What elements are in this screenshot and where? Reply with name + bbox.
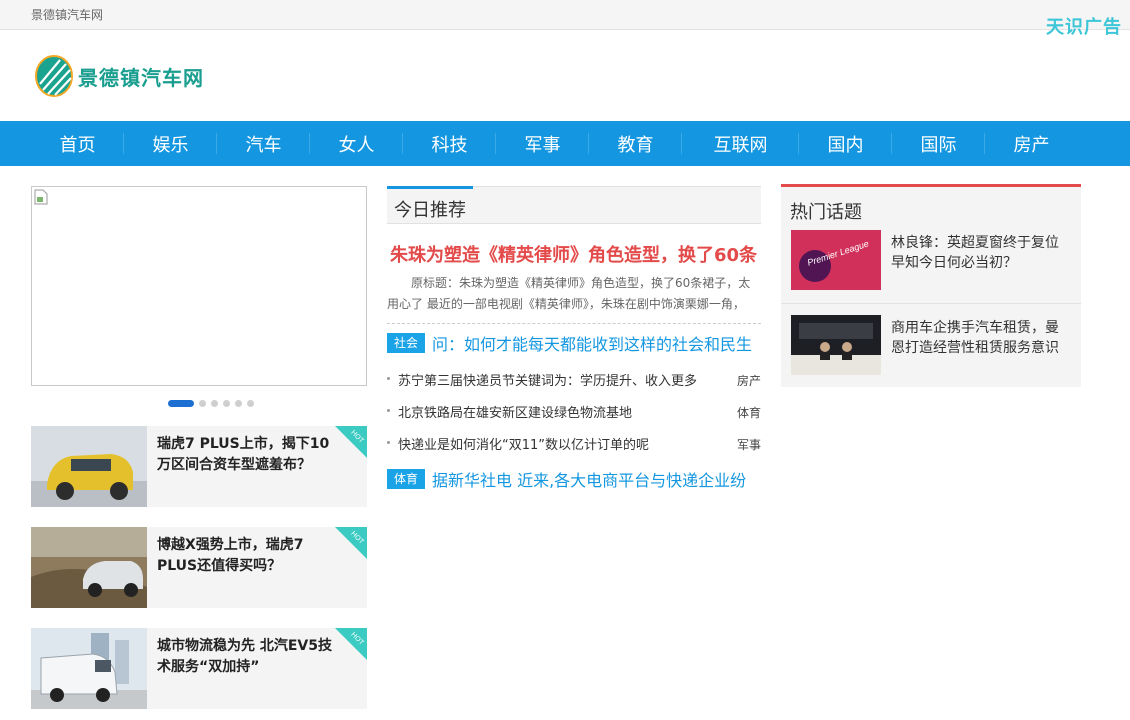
list-item-category[interactable]: 房产 — [737, 372, 761, 389]
nav-item[interactable]: 娱乐 — [124, 121, 217, 166]
tagged-news[interactable]: 体育 据新华社电 近来,各大电商平台与快递企业纷 — [387, 468, 761, 490]
section-title: 热门话题 — [790, 202, 862, 223]
tagged-news-title[interactable]: 问：如何才能每天都能收到这样的社会和民生 — [432, 332, 752, 354]
hot-topics-panel: 热门话题 Premier League 林良锋：英超夏窗终于复位 早知今日何必当… — [781, 184, 1081, 387]
main-nav: 首页 娱乐 汽车 女人 科技 军事 教育 互联网 国内 国际 房产 — [0, 121, 1130, 166]
nav-item[interactable]: 教育 — [589, 121, 682, 166]
slider-dot[interactable] — [247, 400, 254, 407]
hot-topic-item[interactable]: 商用车企携手汽车租赁，曼恩打造经营性租赁服务意识 — [781, 315, 1081, 399]
hot-badge-icon: HOT — [335, 527, 367, 559]
slider-dot[interactable] — [223, 400, 230, 407]
card-title[interactable]: 瑞虎7 PLUS上市，揭下10万区间合资车型遮羞布？ — [157, 434, 337, 476]
divider — [387, 323, 761, 324]
slider-dots — [168, 400, 259, 407]
ad-label[interactable]: 天识广告 — [1046, 13, 1122, 39]
van-thumbnail — [31, 628, 147, 709]
car-thumbnail — [31, 527, 147, 608]
list-item[interactable]: 快递业是如何消化“双11”数以亿计订单的呢 军事 — [387, 432, 761, 464]
list-item[interactable]: 苏宁第三届快递员节关键词为：学历提升、收入更多 房产 — [387, 368, 761, 400]
logo-icon — [35, 55, 73, 97]
nav-item[interactable]: 女人 — [310, 121, 403, 166]
nav-item[interactable]: 科技 — [403, 121, 496, 166]
headline-summary: 原标题：朱珠为塑造《精英律师》角色造型，换了60条裙子，太用心了 最近的一部电视… — [387, 276, 751, 311]
card-title[interactable]: 博越X强势上市，瑞虎7 PLUS还值得买吗？ — [157, 535, 337, 577]
tagged-news-title[interactable]: 据新华社电 近来,各大电商平台与快递企业纷 — [432, 468, 746, 490]
tagged-news[interactable]: 社会 问：如何才能每天都能收到这样的社会和民生 — [387, 332, 761, 354]
logo-text: 景德镇汽车网 — [78, 65, 204, 90]
list-item[interactable]: 北京铁路局在雄安新区建设绿色物流基地 体育 — [387, 400, 761, 432]
broken-image-icon — [34, 189, 48, 205]
slider-dot[interactable] — [235, 400, 242, 407]
slider-image[interactable] — [31, 186, 367, 386]
today-recommend-header: 今日推荐 — [387, 186, 761, 224]
slider-dot[interactable] — [199, 400, 206, 407]
card-title[interactable]: 城市物流稳为先 北汽EV5技术服务“双加持” — [157, 636, 337, 678]
headline-link[interactable]: 朱珠为塑造《精英律师》角色造型，换了60条 — [390, 241, 762, 267]
category-tag[interactable]: 社会 — [387, 333, 425, 353]
hot-badge-icon: HOT — [335, 426, 367, 458]
category-tag[interactable]: 体育 — [387, 469, 425, 489]
car-thumbnail — [31, 426, 147, 507]
news-card[interactable]: 瑞虎7 PLUS上市，揭下10万区间合资车型遮羞布？ HOT — [31, 426, 367, 507]
list-item-title[interactable]: 北京铁路局在雄安新区建设绿色物流基地 — [398, 402, 723, 421]
list-item-category[interactable]: 体育 — [737, 404, 761, 421]
site-name[interactable]: 景德镇汽车网 — [31, 6, 103, 23]
divider — [781, 303, 1081, 304]
news-list: 苏宁第三届快递员节关键词为：学历提升、收入更多 房产 北京铁路局在雄安新区建设绿… — [387, 368, 761, 464]
nav-item[interactable]: 首页 — [31, 121, 124, 166]
news-card[interactable]: 博越X强势上市，瑞虎7 PLUS还值得买吗？ HOT — [31, 527, 367, 608]
section-title: 今日推荐 — [394, 200, 466, 221]
hot-topic-title[interactable]: 商用车企携手汽车租赁，曼恩打造经营性租赁服务意识 — [891, 318, 1071, 358]
hot-badge-icon: HOT — [335, 628, 367, 660]
list-item-title[interactable]: 苏宁第三届快递员节关键词为：学历提升、收入更多 — [398, 370, 723, 389]
slider-dot[interactable] — [211, 400, 218, 407]
nav-item[interactable]: 汽车 — [217, 121, 310, 166]
list-item-category[interactable]: 军事 — [737, 436, 761, 453]
list-item-title[interactable]: 快递业是如何消化“双11”数以亿计订单的呢 — [398, 434, 723, 453]
news-card[interactable]: 城市物流稳为先 北汽EV5技术服务“双加持” HOT — [31, 628, 367, 709]
slider-dot[interactable] — [168, 400, 194, 407]
top-bar: 景德镇汽车网 — [0, 0, 1130, 30]
nav-item[interactable]: 房产 — [985, 121, 1078, 166]
signing-ceremony-image — [791, 315, 881, 375]
nav-item[interactable]: 军事 — [496, 121, 589, 166]
site-logo[interactable]: 景德镇汽车网 — [34, 53, 204, 99]
nav-item[interactable]: 国内 — [799, 121, 892, 166]
nav-item[interactable]: 国际 — [892, 121, 985, 166]
premier-league-image: Premier League — [791, 230, 881, 290]
hot-topic-title[interactable]: 林良锋：英超夏窗终于复位 早知今日何必当初？ — [891, 233, 1071, 273]
hot-topic-item[interactable]: Premier League 林良锋：英超夏窗终于复位 早知今日何必当初？ — [781, 230, 1081, 314]
nav-item[interactable]: 互联网 — [682, 121, 799, 166]
